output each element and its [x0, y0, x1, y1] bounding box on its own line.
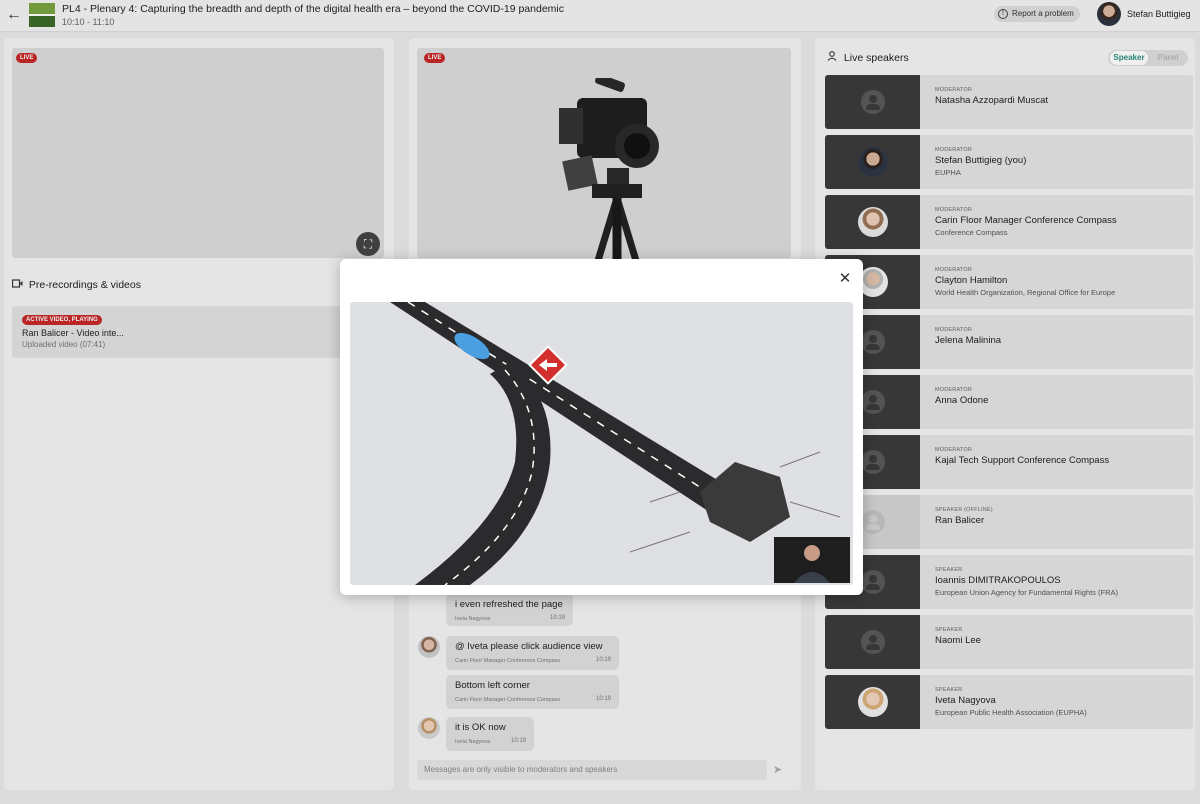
video-modal: ✕ — [340, 259, 863, 595]
presenter-pip-video — [774, 537, 850, 583]
close-icon[interactable]: ✕ — [837, 271, 853, 287]
presenter-icon — [774, 537, 850, 583]
modal-video-player[interactable] — [350, 302, 853, 585]
